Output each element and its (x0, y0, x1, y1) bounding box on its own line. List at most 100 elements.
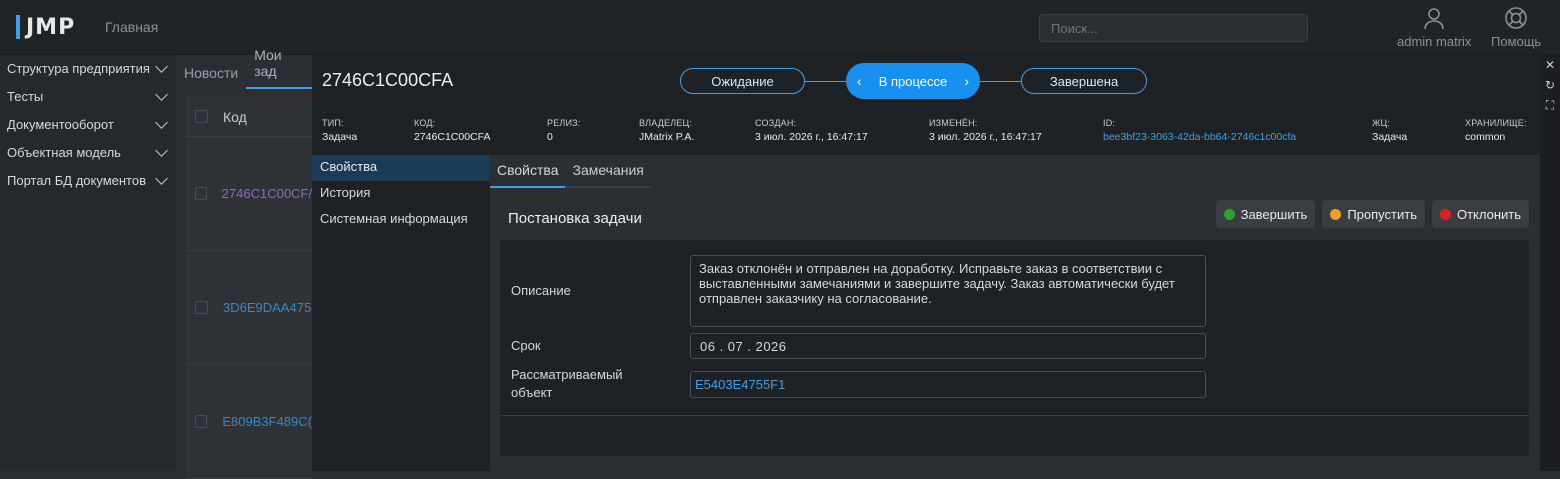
complete-button[interactable]: Завершить (1215, 200, 1316, 228)
user-icon (1424, 8, 1445, 30)
chevron-right-icon[interactable]: › (964, 73, 969, 89)
tab-my-tasks[interactable]: Мои зад (246, 47, 312, 89)
meta-id: ID: bee3bf23-3063-42da-bb64-2746c1c00cfa (1103, 117, 1296, 144)
logo-mark (16, 15, 20, 39)
column-header-code[interactable]: Код (223, 109, 247, 125)
state-in-progress[interactable]: ‹ В процессе › (846, 63, 980, 99)
warning-icon (1330, 208, 1342, 220)
meta-storage: ХРАНИЛИЩЕ: common (1465, 117, 1527, 144)
status-dot-green-icon (1223, 208, 1235, 220)
tab-properties[interactable]: Свойства (490, 155, 566, 188)
tab-remarks[interactable]: Замечания (565, 155, 650, 186)
tab-news[interactable]: Новости (176, 65, 246, 89)
help-button[interactable]: Помощь (1491, 6, 1541, 49)
row-checkbox[interactable] (195, 187, 207, 200)
home-link[interactable]: Главная (105, 19, 158, 35)
description-field[interactable]: Заказ отклонён и отправлен на доработку.… (690, 255, 1206, 327)
description-label: Описание (511, 283, 571, 298)
chevron-down-icon (155, 60, 168, 73)
reject-button-label: Отклонить (1456, 206, 1521, 222)
task-list: Код 2746C1C00CF/ 3D6E9DAA475 E809B3F489C… (186, 97, 312, 479)
logo-text: JMP (26, 14, 76, 40)
object-ref-link[interactable]: E5403E4755F1 (695, 377, 785, 392)
object-panel: 2746C1C00CFA Ожидание ‹ В процессе › Зав… (312, 55, 1540, 471)
chevron-down-icon (155, 116, 168, 129)
meta-owner: ВЛАДЕЛЕЦ: JMatrix P.A. (639, 117, 694, 144)
sidebar-item-tests[interactable]: Тесты (0, 83, 176, 111)
side-tab-system-info[interactable]: Системная информация (312, 207, 490, 233)
meta-key: ЖЦ: (1372, 118, 1391, 128)
table-row[interactable]: E809B3F489C( (186, 365, 312, 479)
table-header: Код (186, 97, 312, 137)
panel-rail: ✕ ↻ ⛶ (1540, 55, 1560, 471)
reject-button[interactable]: Отклонить (1431, 200, 1529, 228)
app-logo[interactable]: JMP (16, 14, 75, 40)
meta-id-link[interactable]: bee3bf23-3063-42da-bb64-2746c1c00cfa (1103, 131, 1296, 144)
meta-type: ТИП: Задача (322, 117, 357, 144)
chevron-down-icon (155, 88, 168, 101)
select-all-checkbox[interactable] (195, 110, 208, 123)
form-actions: Завершить Пропустить Отклонить (1215, 200, 1529, 228)
object-content: Свойства Замечания Постановка задачи Зав… (490, 155, 1540, 471)
object-ref-label: Рассматриваемый объект (511, 367, 623, 400)
skip-button[interactable]: Пропустить (1322, 200, 1425, 228)
meta-key: ВЛАДЕЛЕЦ: (639, 118, 693, 128)
state-completed[interactable]: Завершена (1021, 68, 1147, 94)
form-divider (500, 415, 1529, 416)
sidebar-item-object-model[interactable]: Объектная модель (0, 139, 176, 167)
row-checkbox[interactable] (195, 415, 208, 428)
meta-value: Задача (322, 131, 358, 143)
row-code-link[interactable]: 3D6E9DAA475 (223, 300, 311, 315)
row-checkbox[interactable] (195, 301, 208, 314)
object-ref-field[interactable]: E5403E4755F1 (690, 371, 1206, 398)
complete-button-label: Завершить (1240, 206, 1308, 222)
form-title: Постановка задачи (508, 210, 642, 227)
meta-key: ТИП: (322, 118, 344, 128)
meta-key: КОД: (414, 118, 436, 128)
skip-button-label: Пропустить (1347, 206, 1417, 222)
sidebar-item-label: Объектная модель (7, 145, 121, 160)
user-label: admin matrix (1397, 34, 1472, 49)
meta-value: JMatrix P.A. (639, 131, 695, 143)
meta-key: ИЗМЕНЁН: (929, 118, 978, 128)
meta-key: ID: (1103, 118, 1116, 128)
meta-value: 2746C1C00CFA (414, 131, 491, 143)
meta-value: 3 июл. 2026 г., 16:47:17 (755, 131, 868, 143)
chevron-down-icon (155, 144, 168, 157)
state-current-label: В процессе (878, 73, 948, 89)
row-code-link[interactable]: E809B3F489C( (222, 414, 312, 429)
object-header: 2746C1C00CFA Ожидание ‹ В процессе › Зав… (312, 55, 1540, 155)
table-row[interactable]: 2746C1C00CF/ (186, 137, 312, 251)
sidebar-item-docflow[interactable]: Документооборот (0, 111, 176, 139)
sidebar: Структура предприятия Тесты Документообо… (0, 55, 176, 471)
state-waiting[interactable]: Ожидание (680, 68, 805, 94)
meta-value: Задача (1372, 131, 1408, 143)
user-menu-button[interactable]: admin matrix (1397, 6, 1471, 49)
sidebar-item-label: Документооборот (7, 117, 114, 132)
sidebar-item-portal[interactable]: Портал БД документов (0, 167, 176, 195)
meta-code: КОД: 2746C1C00CFA (414, 117, 490, 144)
meta-key: РЕЛИЗ: (547, 118, 581, 128)
object-title: 2746C1C00CFA (322, 70, 454, 90)
chevron-left-icon[interactable]: ‹ (857, 73, 862, 89)
object-side-tabs: Свойства История Системная информация (312, 155, 490, 471)
due-date-field[interactable]: 06 . 07 . 2026 (690, 333, 1206, 359)
row-code-link[interactable]: 2746C1C00CF/ (222, 186, 312, 201)
fullscreen-icon[interactable]: ⛶ (1540, 95, 1560, 115)
meta-value: 3 июл. 2026 г., 16:47:17 (929, 131, 1042, 143)
meta-modified: ИЗМЕНЁН: 3 июл. 2026 г., 16:47:17 (929, 117, 1042, 144)
close-icon[interactable]: ✕ (1540, 55, 1560, 75)
table-row[interactable]: 3D6E9DAA475 (186, 251, 312, 365)
side-tab-history[interactable]: История (312, 181, 490, 207)
sidebar-item-label: Структура предприятия (7, 61, 150, 76)
search-input[interactable] (1039, 14, 1308, 42)
lifebuoy-icon (1505, 7, 1527, 29)
content-tabs: Свойства Замечания (490, 155, 651, 188)
chevron-down-icon (155, 172, 168, 185)
help-label: Помощь (1491, 34, 1542, 49)
refresh-icon[interactable]: ↻ (1540, 75, 1560, 95)
task-form: Описание Заказ отклонён и отправлен на д… (500, 240, 1529, 456)
side-tab-properties[interactable]: Свойства (312, 155, 490, 181)
sidebar-item-structure[interactable]: Структура предприятия (0, 55, 176, 83)
meta-release: РЕЛИЗ: 0 (547, 117, 581, 144)
